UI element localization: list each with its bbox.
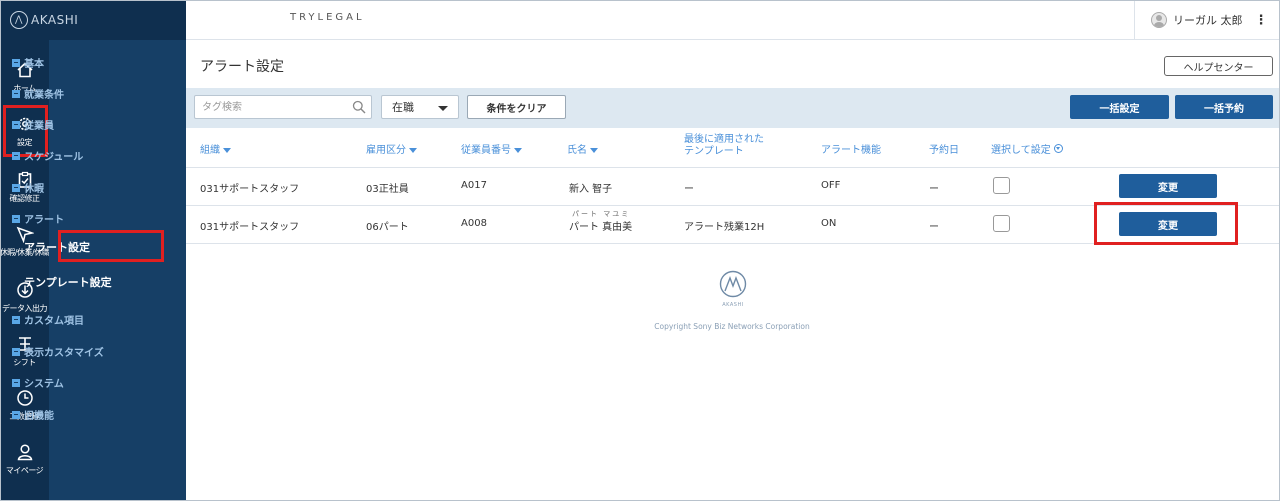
minus-square-icon [12,378,20,387]
tag-search-box [194,95,372,119]
minus-square-icon [12,347,20,356]
cell-org: 031サポートスタッフ [200,184,300,195]
submenu-item-alert[interactable]: アラート [12,211,64,226]
minus-square-icon [12,183,20,192]
sort-down-icon [590,147,598,153]
search-icon[interactable] [352,100,366,114]
cell-org: 031サポートスタッフ [200,222,300,233]
status-select[interactable]: 在職 [381,95,459,119]
cell-name: 新入 智子 [569,184,613,195]
clear-conditions-button[interactable]: 条件をクリア [467,95,566,119]
col-emp-no-header[interactable]: 従業員番号 [461,141,522,156]
person-icon [15,442,35,462]
submenu-item-work-conditions[interactable]: 就業条件 [12,86,64,101]
submenu-item-custom-fields[interactable]: カスタム項目 [12,312,84,327]
cell-reserve: ー [929,184,939,195]
window-frame [0,0,1280,501]
submenu-item-display-customize[interactable]: 表示カスタマイズ [12,344,104,359]
cell-alert: OFF [821,180,841,191]
minus-square-icon [12,120,20,129]
cell-alert: ON [821,218,837,229]
tag-search-input[interactable] [195,96,345,118]
submenu-item-system[interactable]: システム [12,375,64,390]
table-header: 組織 雇用区分 従業員番号 氏名 最後に適用された テンプレート アラート機能 予… [186,128,1280,168]
brand-name: AKASHI [31,13,79,27]
alert-settings-highlight-box [58,230,164,262]
sort-down-icon [514,147,522,153]
cell-name: パート 真由美 [569,222,633,233]
kebab-menu-icon[interactable]: ⋮ [1255,13,1268,28]
submenu-item-employees[interactable]: 従業員 [12,117,54,132]
company-name: TRYLEGAL [290,12,365,23]
col-reserve-header: 予約日 [929,145,959,156]
status-select-value: 在職 [392,101,414,114]
akashi-logo-icon: ⋀ [10,11,28,29]
minus-square-icon [12,410,20,419]
table-row: 031サポートスタッフ 03正社員 A017 新入 智子 ー OFF ー 変更 [186,168,1280,206]
footer-logo-text: AKASHI [722,302,744,308]
change-button[interactable]: 変更 [1119,174,1217,198]
submenu-item-legacy[interactable]: 旧機能 [12,407,54,422]
settings-submenu [49,40,186,501]
avatar-icon [1151,12,1167,28]
cell-template: アラート残業12H [684,222,765,233]
col-org-header[interactable]: 組織 [200,141,231,156]
akashi-footer-logo-icon [719,270,747,298]
submenu-item-template-settings[interactable]: テンプレート設定 [24,274,112,290]
bulk-set-button[interactable]: 一括設定 [1070,95,1169,119]
bulk-reserve-button[interactable]: 一括予約 [1175,95,1273,119]
row-select-checkbox[interactable] [993,177,1010,194]
filter-bar: 在職 条件をクリア 一括設定 一括予約 [186,88,1280,128]
col-alert-header: アラート機能 [821,145,881,156]
minus-square-icon [12,214,20,223]
rail-item-mypage[interactable]: マイページ [0,442,49,476]
col-select-header[interactable]: 選択して設定 [991,141,1063,156]
circle-chevron-down-icon [1053,144,1063,153]
clock-icon [15,388,35,408]
col-template-header: 最後に適用された テンプレート [684,134,764,157]
cell-emp-type: 06パート [366,222,409,233]
top-header: TRYLEGAL リーガル 太郎 ⋮ [186,0,1280,40]
change-button-highlight-box [1094,202,1238,245]
page-title: アラート設定 [200,59,284,75]
cell-reserve: ー [929,222,939,233]
minus-square-icon [12,151,20,160]
copyright-text: Copyright Sony Biz Networks Corporation [654,322,810,331]
submenu-item-schedule[interactable]: スケジュール [12,148,83,163]
minus-square-icon [12,89,20,98]
user-menu[interactable]: リーガル 太郎 ⋮ [1134,0,1280,40]
col-emp-type-header[interactable]: 雇用区分 [366,141,417,156]
submenu-item-holiday[interactable]: 休暇 [12,180,44,195]
rail-label: マイページ [5,466,44,475]
cell-emp-no: A008 [461,218,487,229]
help-center-button[interactable]: ヘルプセンター [1164,56,1273,76]
sort-down-icon [223,147,231,153]
cell-emp-type: 03正社員 [366,184,409,195]
row-select-checkbox[interactable] [993,215,1010,232]
col-name-header[interactable]: 氏名 [567,141,598,156]
cell-emp-no: A017 [461,180,487,191]
minus-square-icon [12,58,20,67]
cell-template: ー [684,184,694,195]
user-name: リーガル 太郎 [1173,14,1243,27]
sort-down-icon [409,147,417,153]
minus-square-icon [12,315,20,324]
brand-logo[interactable]: ⋀ AKASHI [0,0,186,40]
submenu-item-basic[interactable]: 基本 [12,55,44,70]
caret-down-icon [438,106,448,111]
